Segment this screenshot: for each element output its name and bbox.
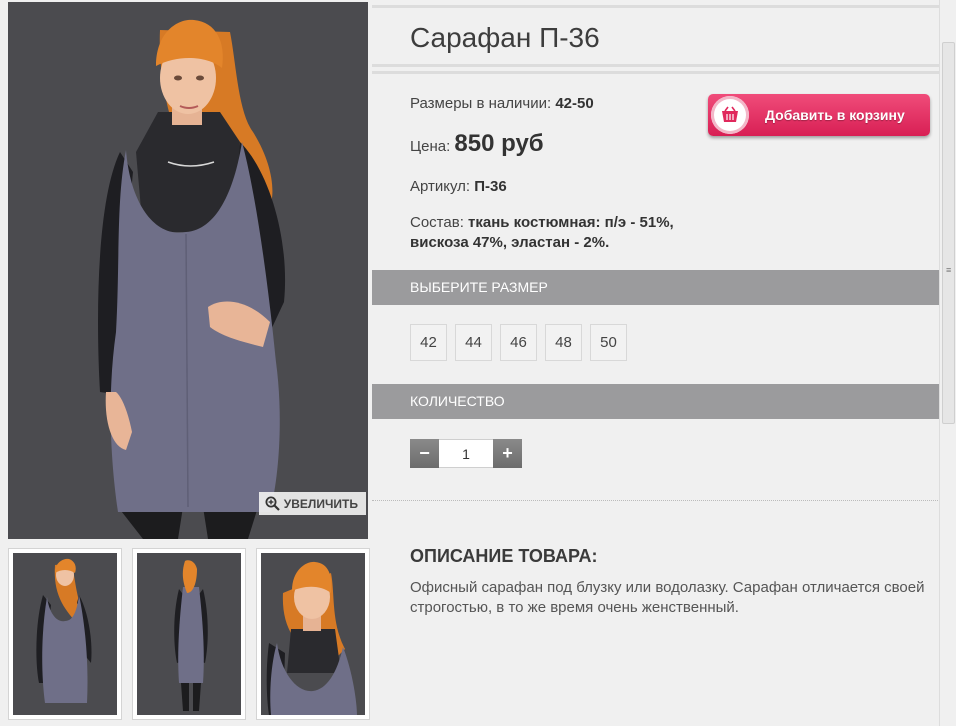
size-option-46[interactable]: 46 <box>500 324 537 361</box>
article-value: П-36 <box>474 178 507 195</box>
size-option-50[interactable]: 50 <box>590 324 627 361</box>
sizes-available-value: 42-50 <box>555 95 594 112</box>
divider <box>372 71 940 74</box>
size-section-heading: ВЫБЕРИТЕ РАЗМЕР <box>372 270 940 305</box>
add-to-cart-label: Добавить в корзину <box>765 107 905 123</box>
product-title: Сарафан П-36 <box>410 22 600 53</box>
article-label: Артикул: <box>410 178 471 195</box>
quantity-stepper: − + <box>410 439 522 468</box>
thumbnail-strip <box>8 548 372 724</box>
thumbnail-front[interactable] <box>8 548 122 720</box>
description-heading: ОПИСАНИЕ ТОВАРА: <box>410 546 598 566</box>
thumbnail-back[interactable] <box>132 548 246 720</box>
divider-dotted <box>372 500 940 501</box>
increment-button[interactable]: + <box>493 439 522 468</box>
scrollbar-thumb[interactable]: ≡ <box>942 42 955 424</box>
description-text: Офисный сарафан под блузку или водолазку… <box>410 579 925 616</box>
composition: Состав: ткань костюмная: п/э - 51%, виск… <box>410 213 680 253</box>
price-label: Цена: <box>410 138 451 155</box>
main-product-photo[interactable]: УВЕЛИЧИТЬ <box>8 2 368 539</box>
model-in-dress-image <box>8 2 368 539</box>
product-details: Сарафан П-36 Размеры в наличии: 42-50 Це… <box>372 0 940 726</box>
title-bar: Сарафан П-36 <box>372 5 940 67</box>
scrollbar[interactable]: ≡ <box>939 0 956 726</box>
thumbnail-back-image <box>137 553 241 715</box>
price: Цена: 850 руб <box>410 130 544 158</box>
size-option-48[interactable]: 48 <box>545 324 582 361</box>
add-to-cart-button[interactable]: Добавить в корзину <box>708 94 930 136</box>
decrement-button[interactable]: − <box>410 439 439 468</box>
article: Артикул: П-36 <box>410 178 507 195</box>
size-options: 42 44 46 48 50 <box>410 324 627 361</box>
basket-icon <box>711 96 749 134</box>
sizes-available: Размеры в наличии: 42-50 <box>410 95 594 112</box>
quantity-section-heading: КОЛИЧЕСТВО <box>372 384 940 419</box>
quantity-input[interactable] <box>439 439 493 468</box>
size-option-44[interactable]: 44 <box>455 324 492 361</box>
composition-label: Состав: <box>410 214 464 231</box>
scrollbar-grip-icon: ≡ <box>946 265 952 275</box>
thumbnail-closeup-image <box>261 553 365 715</box>
price-value: 850 руб <box>454 130 544 157</box>
zoom-button[interactable]: УВЕЛИЧИТЬ <box>258 492 366 515</box>
zoom-label: УВЕЛИЧИТЬ <box>283 496 358 511</box>
thumbnail-closeup[interactable] <box>256 548 370 720</box>
thumbnail-front-image <box>13 553 117 715</box>
size-option-42[interactable]: 42 <box>410 324 447 361</box>
sizes-available-label: Размеры в наличии: <box>410 95 552 112</box>
magnifier-plus-icon <box>265 496 280 511</box>
